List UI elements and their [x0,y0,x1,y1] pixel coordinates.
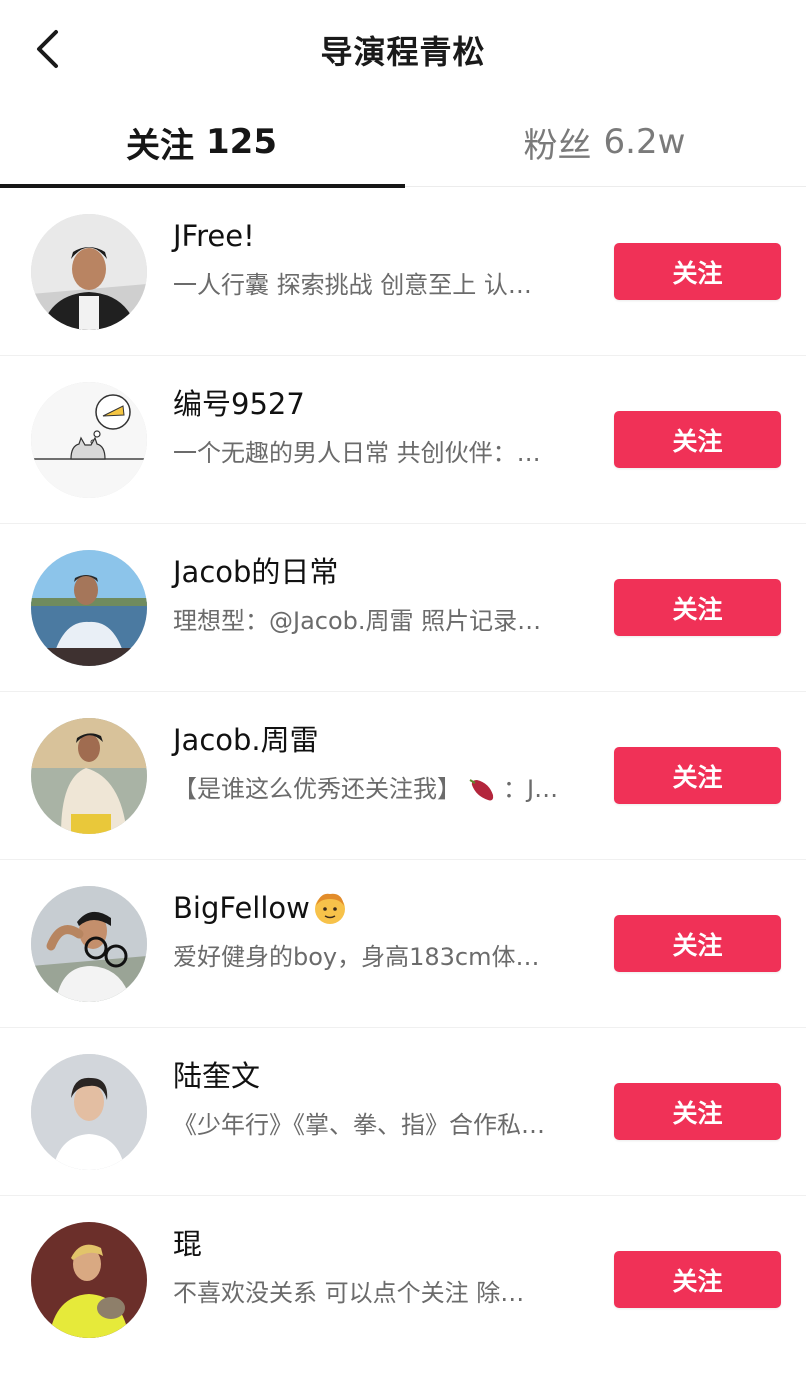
user-info: 陆奎文 《少年行》《掌、拳、指》合作私… [173,1054,593,1142]
avatar[interactable] [31,550,147,666]
chevron-left-icon [37,30,58,68]
tab-fans[interactable]: 粉丝 6.2w [403,100,806,188]
user-bio-text: 【是谁这么优秀还关注我】 [173,775,461,803]
follow-button[interactable]: 关注 [614,915,781,972]
user-name: Jacob的日常 [173,555,339,589]
sweet-potato-icon [469,779,494,801]
tab-following[interactable]: 关注 125 [0,100,403,188]
list-item[interactable]: 编号9527 一个无趣的男人日常 共创伙伴：… 关注 [0,356,806,524]
user-bio: 不喜欢没关系 可以点个关注 除… [173,1279,525,1307]
page-title: 导演程青松 [320,33,486,71]
avatar[interactable] [31,214,147,330]
user-info: 琨 不喜欢没关系 可以点个关注 除… [173,1222,593,1310]
user-name: BigFellow [173,891,310,925]
avatar[interactable] [31,886,147,1002]
user-bio: 理想型：@Jacob.周雷 照片记录… [173,607,542,635]
follow-button[interactable]: 关注 [614,747,781,804]
user-bio-text-end: ：J… [503,775,559,803]
face-emoji-icon [314,893,345,924]
tab-fans-count: 6.2w [603,122,686,162]
list-item[interactable]: 陆奎文 《少年行》《掌、拳、指》合作私… 关注 [0,1028,806,1196]
follow-button[interactable]: 关注 [614,579,781,636]
user-info: Jacob.周雷 【是谁这么优秀还关注我】 ：J… [173,718,593,806]
avatar[interactable] [31,718,147,834]
user-bio: 《少年行》《掌、拳、指》合作私… [173,1111,545,1139]
avatar[interactable] [31,382,147,498]
list-item[interactable]: 琨 不喜欢没关系 可以点个关注 除… 关注 [0,1196,806,1364]
user-list: JFree! 一人行囊 探索挑战 创意至上 认… 关注 编号9527 一个无趣的… [0,188,806,1364]
user-bio: 一人行囊 探索挑战 创意至上 认… [173,271,532,299]
user-name: 编号9527 [173,387,305,421]
user-bio: 【是谁这么优秀还关注我】 ：J… [173,772,591,806]
tab-following-label: 关注 [126,125,194,166]
back-button[interactable] [30,26,64,72]
user-name: Jacob.周雷 [173,723,319,757]
user-info: 编号9527 一个无趣的男人日常 共创伙伴：… [173,382,593,470]
avatar[interactable] [31,1222,147,1338]
tab-fans-label: 粉丝 [523,125,592,166]
tab-bar: 关注 125 粉丝 6.2w [0,100,806,188]
user-info: BigFellow 爱好健身的boy，身高183cm体… [173,886,593,974]
list-item[interactable]: JFree! 一人行囊 探索挑战 创意至上 认… 关注 [0,188,806,356]
user-bio: 爱好健身的boy，身高183cm体… [173,943,540,971]
follow-button[interactable]: 关注 [614,1083,781,1140]
list-item[interactable]: BigFellow 爱好健身的boy，身高183cm体… 关注 [0,860,806,1028]
user-name: JFree! [173,219,255,253]
user-name: 琨 [173,1227,203,1261]
user-info: JFree! 一人行囊 探索挑战 创意至上 认… [173,214,593,302]
tab-following-count: 125 [206,122,277,162]
user-bio: 一个无趣的男人日常 共创伙伴：… [173,439,541,467]
user-info: Jacob的日常 理想型：@Jacob.周雷 照片记录… [173,550,593,638]
user-name-row: BigFellow [173,886,593,930]
avatar[interactable] [31,1054,147,1170]
top-bar: 导演程青松 [0,0,806,100]
tab-divider [405,186,806,187]
list-item[interactable]: Jacob的日常 理想型：@Jacob.周雷 照片记录… 关注 [0,524,806,692]
follow-button[interactable]: 关注 [614,411,781,468]
user-name: 陆奎文 [173,1059,261,1093]
follow-button[interactable]: 关注 [614,1251,781,1308]
list-item[interactable]: Jacob.周雷 【是谁这么优秀还关注我】 ：J… 关注 [0,692,806,860]
follow-button[interactable]: 关注 [614,243,781,300]
